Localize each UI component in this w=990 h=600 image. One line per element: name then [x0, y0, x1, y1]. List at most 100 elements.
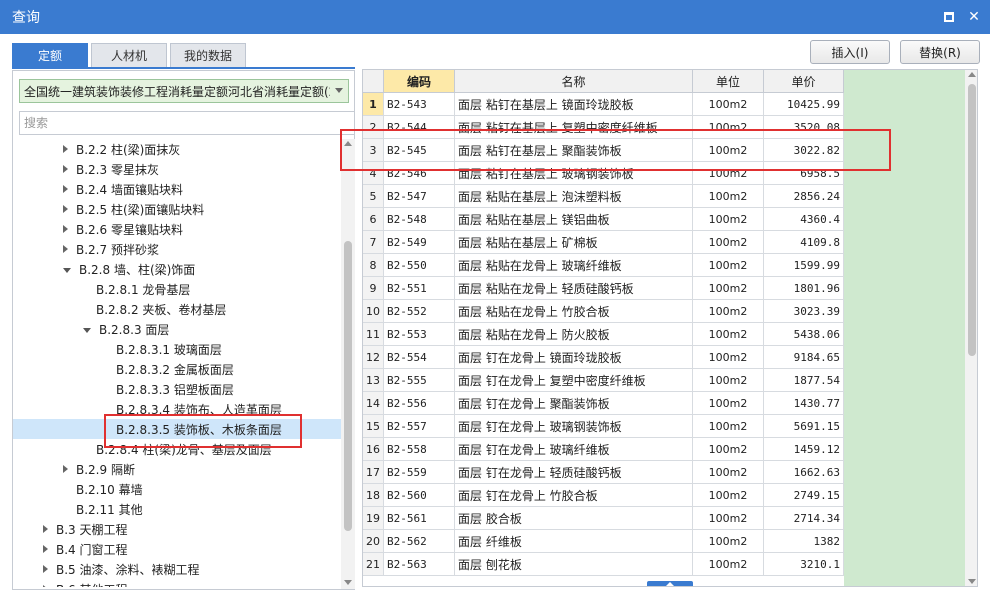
quota-tree: B.2.2 柱(梁)面抹灰 B.2.3 零星抹灰 B.2.4 墙面镶贴块料 B.2.5…	[13, 139, 341, 587]
caret-right-icon[interactable]	[63, 145, 68, 153]
replace-button[interactable]: 替换(R)	[900, 40, 980, 64]
row-index: 12	[363, 346, 384, 369]
tree-item[interactable]: B.2.8 墙、柱(梁)饰面	[13, 259, 341, 279]
table-row[interactable]: 11 B2-553 面层 粘贴在龙骨上 防火胶板 100m2 5438.06	[363, 323, 844, 346]
caret-right-icon[interactable]	[63, 225, 68, 233]
tree-item[interactable]: B.2.8.1 龙骨基层	[13, 279, 341, 299]
table-row[interactable]: 1 B2-543 面层 粘钉在基层上 镜面玲珑胶板 100m2 10425.99	[363, 93, 844, 116]
table-row[interactable]: 13 B2-555 面层 钉在龙骨上 复塑中密度纤维板 100m2 1877.54	[363, 369, 844, 392]
cell-price: 1430.77	[764, 392, 844, 415]
tree-item[interactable]: B.2.8.3.4 装饰布、人造革面层	[13, 399, 341, 419]
cell-price: 2856.24	[764, 185, 844, 208]
table-row[interactable]: 15 B2-557 面层 钉在龙骨上 玻璃钢装饰板 100m2 5691.15	[363, 415, 844, 438]
header-name[interactable]: 名称	[455, 70, 693, 93]
search-input[interactable]	[19, 111, 355, 135]
tree-item[interactable]: B.2.8.4 柱(梁)龙骨、基层及面层	[13, 439, 341, 459]
chevron-down-icon[interactable]	[335, 88, 343, 93]
close-icon[interactable]: ✕	[965, 8, 983, 26]
tree-item[interactable]: B.2.11 其他	[13, 499, 341, 519]
cell-price: 3022.82	[764, 139, 844, 162]
tree-item-label: B.2.4 墙面镶贴块料	[76, 182, 183, 197]
cell-name: 面层 粘钉在基层上 复塑中密度纤维板	[455, 116, 693, 139]
tree-item[interactable]: B.3 天棚工程	[13, 519, 341, 539]
tree-item-label: B.2.9 隔断	[76, 462, 135, 477]
tree-item[interactable]: B.2.3 零星抹灰	[13, 159, 341, 179]
table-row[interactable]: 2 B2-544 面层 粘钉在基层上 复塑中密度纤维板 100m2 3520.08	[363, 116, 844, 139]
tree-item[interactable]: B.6 其他工程	[13, 579, 341, 587]
header-unit[interactable]: 单位	[693, 70, 764, 93]
table-row[interactable]: 12 B2-554 面层 钉在龙骨上 镜面玲珑胶板 100m2 9184.65	[363, 346, 844, 369]
scroll-up-icon[interactable]	[968, 72, 976, 77]
tree-item[interactable]: B.2.8.2 夹板、卷材基层	[13, 299, 341, 319]
tree-item[interactable]: B.2.7 预拌砂浆	[13, 239, 341, 259]
tab-labor-material-machine[interactable]: 人材机	[91, 43, 167, 67]
cell-unit: 100m2	[693, 461, 764, 484]
table-row[interactable]: 14 B2-556 面层 钉在龙骨上 聚酯装饰板 100m2 1430.77	[363, 392, 844, 415]
header-price[interactable]: 单价	[764, 70, 844, 93]
tree-scrollbar[interactable]	[341, 139, 355, 589]
table-row[interactable]: 19 B2-561 面层 胶合板 100m2 2714.34	[363, 507, 844, 530]
tree-item-label: B.2.8.3 面层	[99, 322, 170, 337]
table-row[interactable]: 6 B2-548 面层 粘贴在基层上 镁铝曲板 100m2 4360.4	[363, 208, 844, 231]
caret-right-icon[interactable]	[43, 545, 48, 553]
caret-right-icon[interactable]	[43, 565, 48, 573]
caret-right-icon[interactable]	[43, 585, 48, 587]
cell-code: B2-553	[384, 323, 455, 346]
table-row[interactable]: 4 B2-546 面层 粘钉在基层上 玻璃钢装饰板 100m2 6958.5	[363, 162, 844, 185]
caret-right-icon[interactable]	[63, 465, 68, 473]
scroll-down-icon[interactable]	[968, 579, 976, 584]
cell-price: 1459.12	[764, 438, 844, 461]
caret-right-icon[interactable]	[63, 185, 68, 193]
scroll-down-icon[interactable]	[344, 580, 352, 585]
insert-button[interactable]: 插入(I)	[810, 40, 890, 64]
table-row[interactable]: 7 B2-549 面层 粘贴在基层上 矿棉板 100m2 4109.8	[363, 231, 844, 254]
table-row[interactable]: 16 B2-558 面层 钉在龙骨上 玻璃纤维板 100m2 1459.12	[363, 438, 844, 461]
table-row[interactable]: 8 B2-550 面层 粘贴在龙骨上 玻璃纤维板 100m2 1599.99	[363, 254, 844, 277]
table-row[interactable]: 5 B2-547 面层 粘贴在基层上 泡沫塑料板 100m2 2856.24	[363, 185, 844, 208]
table-row[interactable]: 20 B2-562 面层 纤维板 100m2 1382	[363, 530, 844, 553]
scroll-up-icon[interactable]	[344, 141, 352, 146]
quota-library-select[interactable]: 全国统一建筑装饰装修工程消耗量定额河北省消耗量定额(20	[19, 79, 349, 103]
cell-unit: 100m2	[693, 415, 764, 438]
table-row[interactable]: 18 B2-560 面层 钉在龙骨上 竹胶合板 100m2 2749.15	[363, 484, 844, 507]
tab-quota[interactable]: 定额	[12, 43, 88, 67]
cell-name: 面层 钉在龙骨上 轻质硅酸钙板	[455, 461, 693, 484]
caret-right-icon[interactable]	[43, 525, 48, 533]
tree-item[interactable]: B.2.8.3.1 玻璃面层	[13, 339, 341, 359]
table-row[interactable]: 3 B2-545 面层 粘钉在基层上 聚酯装饰板 100m2 3022.82	[363, 139, 844, 162]
table-row[interactable]: 17 B2-559 面层 钉在龙骨上 轻质硅酸钙板 100m2 1662.63	[363, 461, 844, 484]
tree-item[interactable]: B.2.6 零星镶贴块料	[13, 219, 341, 239]
tree-item[interactable]: B.5 油漆、涂料、裱糊工程	[13, 559, 341, 579]
grid-scrollbar[interactable]	[965, 70, 977, 586]
tab-my-data[interactable]: 我的数据	[170, 43, 246, 67]
caret-down-icon[interactable]	[83, 327, 91, 333]
tree-item[interactable]: B.2.8.3.2 金属板面层	[13, 359, 341, 379]
tree-item-label: B.2.2 柱(梁)面抹灰	[76, 142, 181, 157]
tree-item[interactable]: B.2.8.3 面层	[13, 319, 341, 339]
tree-item-selected[interactable]: B.2.8.3.5 装饰板、木板条面层	[13, 419, 341, 439]
caret-right-icon[interactable]	[63, 245, 68, 253]
tree-item[interactable]: B.2.5 柱(梁)面镶贴块料	[13, 199, 341, 219]
collapse-panel-handle[interactable]	[647, 581, 693, 586]
quota-grid: 编码 名称 单位 单价 1 B2-543 面层 粘钉在基层上 镜面玲珑胶板 100m2…	[362, 69, 978, 587]
tree-item[interactable]: B.2.9 隔断	[13, 459, 341, 479]
table-row[interactable]: 21 B2-563 面层 刨花板 100m2 3210.1	[363, 553, 844, 576]
caret-down-icon[interactable]	[63, 267, 71, 273]
cell-name: 面层 钉在龙骨上 竹胶合板	[455, 484, 693, 507]
table-row[interactable]: 9 B2-551 面层 粘贴在龙骨上 轻质硅酸钙板 100m2 1801.96	[363, 277, 844, 300]
cell-name: 面层 粘钉在基层上 镜面玲珑胶板	[455, 93, 693, 116]
table-row[interactable]: 10 B2-552 面层 粘贴在龙骨上 竹胶合板 100m2 3023.39	[363, 300, 844, 323]
tree-scroll-thumb[interactable]	[344, 241, 352, 531]
tree-item[interactable]: B.2.2 柱(梁)面抹灰	[13, 139, 341, 159]
tree-item[interactable]: B.2.4 墙面镶贴块料	[13, 179, 341, 199]
tree-item[interactable]: B.2.10 幕墙	[13, 479, 341, 499]
header-code[interactable]: 编码	[384, 70, 455, 93]
caret-right-icon[interactable]	[63, 205, 68, 213]
caret-right-icon[interactable]	[63, 165, 68, 173]
cell-code: B2-549	[384, 231, 455, 254]
cell-unit: 100m2	[693, 346, 764, 369]
tree-item[interactable]: B.4 门窗工程	[13, 539, 341, 559]
maximize-icon[interactable]	[940, 8, 958, 26]
grid-scroll-thumb[interactable]	[968, 84, 976, 356]
tree-item[interactable]: B.2.8.3.3 铝塑板面层	[13, 379, 341, 399]
